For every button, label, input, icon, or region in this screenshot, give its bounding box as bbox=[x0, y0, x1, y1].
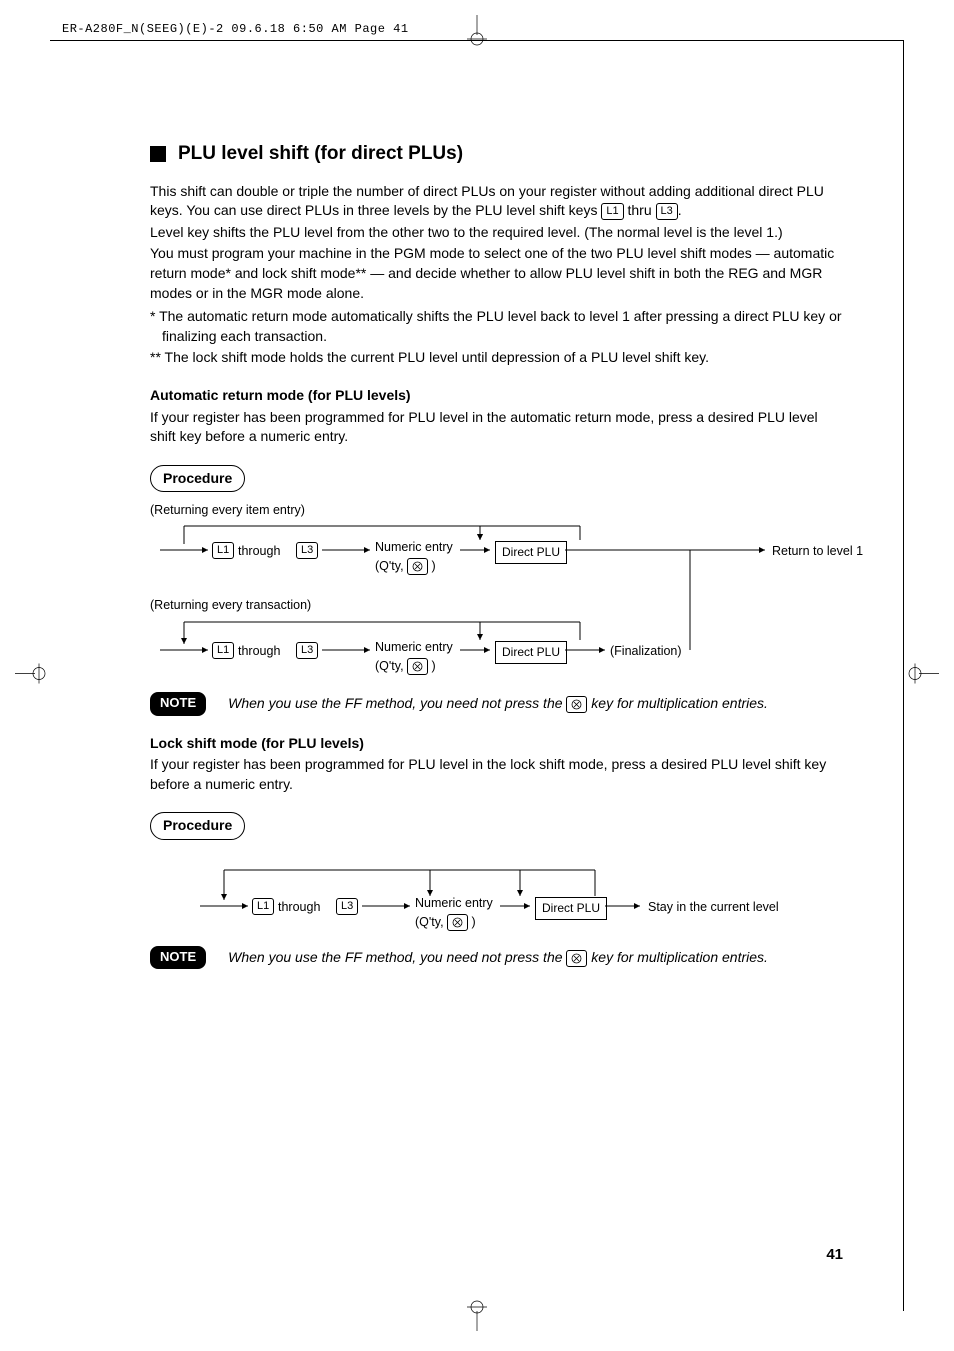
multiply-key-icon bbox=[566, 950, 587, 967]
key-l1-diagram: L1 bbox=[212, 542, 234, 559]
diagram-lock-mode: L1 through L3 Numeric entry (Q'ty, ) Dir… bbox=[150, 856, 843, 936]
footnote-2: ** The lock shift mode holds the current… bbox=[150, 348, 843, 368]
direct-plu-box-3: Direct PLU bbox=[535, 897, 607, 920]
intro-paragraph-3: You must program your machine in the PGM… bbox=[150, 244, 843, 303]
multiply-key-icon bbox=[407, 658, 428, 675]
numeric-entry-label-3: Numeric entry bbox=[415, 895, 493, 913]
lock-shift-desc: If your register has been programmed for… bbox=[150, 755, 843, 794]
direct-plu-box-2: Direct PLU bbox=[495, 641, 567, 664]
print-header: ER-A280F_N(SEEG)(E)-2 09.6.18 6:50 AM Pa… bbox=[62, 22, 409, 36]
key-l1-diagram-3: L1 bbox=[252, 898, 274, 915]
intro-paragraph-1: This shift can double or triple the numb… bbox=[150, 182, 843, 221]
through-label: through bbox=[238, 543, 280, 561]
note-row-2: NOTE When you use the FF method, you nee… bbox=[150, 946, 843, 969]
key-l3-diagram: L3 bbox=[296, 542, 318, 559]
multiply-key-icon bbox=[407, 558, 428, 575]
key-l1: L1 bbox=[601, 203, 623, 220]
key-l1-diagram-2: L1 bbox=[212, 642, 234, 659]
multiply-key-icon bbox=[447, 914, 468, 931]
multiply-key-icon bbox=[566, 696, 587, 713]
key-l3: L3 bbox=[656, 203, 678, 220]
auto-return-heading: Automatic return mode (for PLU levels) bbox=[150, 386, 843, 406]
qty-label-2: (Q'ty, ) bbox=[375, 658, 436, 676]
numeric-entry-label: Numeric entry bbox=[375, 539, 453, 557]
note-row-1: NOTE When you use the FF method, you nee… bbox=[150, 692, 843, 715]
section-title: PLU level shift (for direct PLUs) bbox=[150, 141, 843, 168]
title-text: PLU level shift (for direct PLUs) bbox=[178, 141, 463, 168]
intro-paragraph-2: Level key shifts the PLU level from the … bbox=[150, 223, 843, 243]
page-number: 41 bbox=[826, 1246, 843, 1263]
finalization-label: (Finalization) bbox=[610, 643, 682, 661]
procedure-badge: Procedure bbox=[150, 465, 245, 493]
numeric-entry-label-2: Numeric entry bbox=[375, 639, 453, 657]
note-badge: NOTE bbox=[150, 692, 206, 715]
auto-return-desc: If your register has been programmed for… bbox=[150, 408, 843, 447]
note-badge-2: NOTE bbox=[150, 946, 206, 969]
page-frame: PLU level shift (for direct PLUs) This s… bbox=[50, 40, 904, 1311]
return-level1-label: Return to level 1 bbox=[772, 543, 863, 561]
crop-mark-right bbox=[909, 658, 939, 693]
procedure-badge-2: Procedure bbox=[150, 812, 245, 840]
bullet-square-icon bbox=[150, 146, 166, 162]
diagram-automatic-mode: (Returning every item entry) bbox=[150, 502, 843, 682]
direct-plu-box: Direct PLU bbox=[495, 541, 567, 564]
note-text: When you use the FF method, you need not… bbox=[228, 694, 768, 714]
through-label-3: through bbox=[278, 899, 320, 917]
key-l3-diagram-2: L3 bbox=[296, 642, 318, 659]
footnote-1: * The automatic return mode automaticall… bbox=[150, 307, 843, 346]
note-text-2: When you use the FF method, you need not… bbox=[228, 948, 768, 968]
crop-mark-left bbox=[15, 658, 45, 693]
stay-current-label: Stay in the current level bbox=[648, 899, 779, 917]
key-l3-diagram-3: L3 bbox=[336, 898, 358, 915]
label-return-trans: (Returning every transaction) bbox=[150, 597, 311, 615]
qty-label-3: (Q'ty, ) bbox=[415, 914, 476, 932]
lock-shift-heading: Lock shift mode (for PLU levels) bbox=[150, 734, 843, 754]
through-label-2: through bbox=[238, 643, 280, 661]
qty-label: (Q'ty, ) bbox=[375, 558, 436, 576]
